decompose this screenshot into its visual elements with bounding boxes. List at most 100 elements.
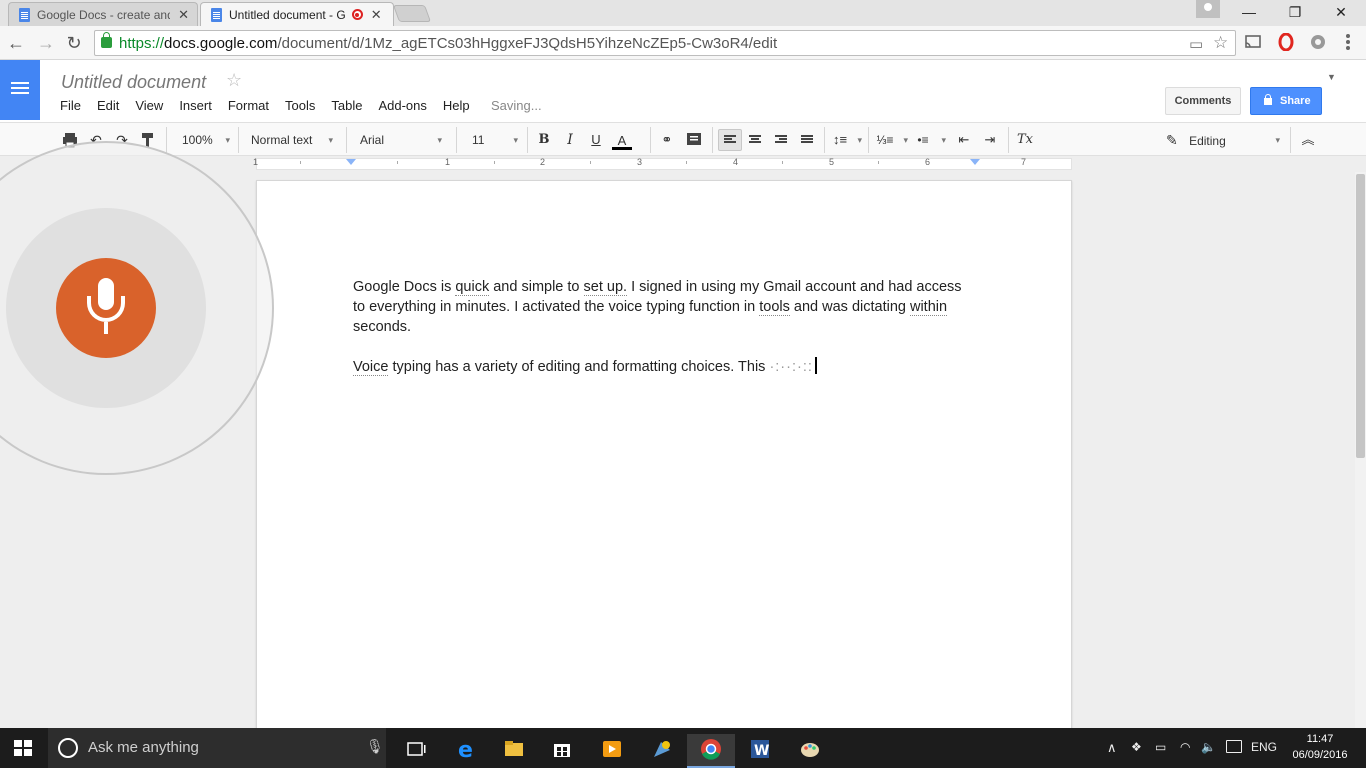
scrollbar-thumb[interactable] (1356, 174, 1365, 458)
comments-button[interactable]: Comments (1165, 87, 1241, 115)
account-dropdown-icon[interactable]: ▼ (1327, 72, 1336, 82)
paragraph-1[interactable]: Google Docs is quick and simple to set u… (353, 277, 973, 337)
bookmark-star-icon[interactable]: ☆ (1213, 33, 1228, 53)
collapse-menus-icon[interactable]: ︽ (1298, 130, 1318, 150)
taskbar-search-box[interactable]: Ask me anything 🎙 (48, 728, 386, 768)
cast-icon[interactable] (1244, 33, 1262, 51)
address-url[interactable]: https://docs.google.com/document/d/1Mz_a… (119, 35, 777, 52)
task-view-icon[interactable] (392, 734, 440, 768)
spelling-suggestion[interactable]: tools (759, 299, 790, 316)
new-tab-button[interactable] (392, 5, 432, 22)
clear-formatting-button[interactable]: Tx (1015, 130, 1035, 150)
justify-button[interactable] (797, 130, 817, 150)
dropbox-icon[interactable]: ❖ (1131, 740, 1142, 754)
numbered-list-button[interactable]: ⅓≡ (876, 130, 908, 150)
line-spacing-button[interactable]: ↕≡ (832, 130, 862, 150)
action-center-icon[interactable] (1226, 740, 1242, 753)
clock-time: 11:47 (1306, 733, 1334, 745)
browser-menu-icon[interactable] (1346, 34, 1350, 52)
align-right-icon (775, 135, 787, 145)
pencil-icon: ✎ (1166, 132, 1178, 148)
left-indent-marker[interactable] (346, 159, 356, 165)
tab-close-icon[interactable]: ✕ (178, 7, 189, 23)
close-window-button[interactable]: ✕ (1318, 0, 1364, 24)
menu-insert[interactable]: Insert (179, 98, 212, 113)
share-button[interactable]: Share (1250, 87, 1322, 115)
address-bar[interactable]: https://docs.google.com/document/d/1Mz_a… (94, 30, 1236, 56)
menu-add-ons[interactable]: Add-ons (378, 98, 426, 113)
insert-link-icon[interactable]: ⚭ (657, 130, 677, 150)
microphone-icon[interactable]: 🎙 (366, 738, 384, 755)
bold-button[interactable]: B (534, 130, 554, 150)
spelling-suggestion[interactable]: within (909, 299, 948, 316)
spelling-suggestion[interactable]: Voice (353, 359, 389, 376)
font-size-select[interactable]: 11 (472, 130, 518, 150)
menu-format[interactable]: Format (228, 98, 269, 113)
increase-indent-icon[interactable]: ⇥ (980, 130, 1000, 150)
document-page[interactable]: Google Docs is quick and simple to set u… (256, 180, 1072, 728)
minimize-button[interactable]: — (1226, 0, 1272, 24)
paragraph-2[interactable]: Voice typing has a variety of editing an… (353, 357, 973, 377)
menu-edit[interactable]: Edit (97, 98, 119, 113)
right-indent-marker[interactable] (970, 159, 980, 165)
camera-blocked-icon[interactable]: ▭ (1189, 35, 1203, 53)
word-app-icon[interactable]: W (736, 734, 784, 768)
file-explorer-icon[interactable] (490, 734, 538, 768)
star-icon[interactable]: ☆ (226, 70, 242, 91)
battery-icon[interactable]: ▭ (1155, 740, 1166, 754)
bulleted-list-button[interactable]: •≡ (914, 130, 946, 150)
insert-comment-icon[interactable] (684, 130, 704, 150)
voice-typing-mic-button[interactable] (56, 258, 156, 358)
text-color-button[interactable]: A (612, 130, 632, 150)
text-cursor (814, 357, 817, 374)
spelling-suggestion[interactable]: quick (455, 279, 490, 296)
taskbar-clock[interactable]: 11:47 06/09/2016 (1290, 731, 1350, 763)
tab-close-icon[interactable]: ✕ (371, 7, 382, 23)
browser-tab-untitled-document[interactable]: Untitled document - G ✕ (200, 2, 394, 26)
italic-button[interactable]: I (560, 130, 580, 150)
media-player-icon[interactable] (588, 734, 636, 768)
language-indicator[interactable]: ENG (1251, 740, 1277, 754)
show-hidden-icons[interactable]: ∧ (1107, 740, 1117, 756)
align-left-button[interactable] (718, 129, 742, 151)
underline-button[interactable]: U (586, 130, 606, 150)
wifi-icon[interactable]: ◠ (1180, 740, 1190, 754)
align-right-button[interactable] (771, 130, 791, 150)
back-arrow-icon[interactable]: ← (4, 31, 28, 55)
volume-icon[interactable]: 🔈 (1201, 740, 1216, 754)
align-center-button[interactable] (745, 130, 765, 150)
reload-icon[interactable]: ↻ (62, 31, 86, 55)
docs-favicon-icon (211, 8, 222, 22)
menu-tools[interactable]: Tools (285, 98, 315, 113)
paint-palette-icon[interactable] (786, 734, 834, 768)
browser-tab-google-docs[interactable]: Google Docs - create and ✕ (8, 2, 198, 26)
menu-file[interactable]: File (60, 98, 81, 113)
extension-icon[interactable] (1309, 33, 1327, 51)
menu-table[interactable]: Table (331, 98, 362, 113)
paint-app-icon[interactable] (638, 734, 686, 768)
edge-browser-icon[interactable]: e (442, 734, 490, 768)
decrease-indent-icon[interactable]: ⇤ (954, 130, 974, 150)
recording-indicator-icon (351, 9, 363, 20)
paragraph-style-select[interactable]: Normal text (251, 130, 333, 150)
menu-help[interactable]: Help (443, 98, 470, 113)
ruler-tick (590, 161, 591, 164)
editing-mode-select[interactable]: ✎ Editing ▾ (1166, 130, 1284, 150)
windows-start-icon[interactable] (14, 740, 32, 756)
menu-view[interactable]: View (135, 98, 163, 113)
opera-extension-icon[interactable] (1277, 33, 1295, 51)
toolbar-separator (868, 127, 869, 153)
store-icon[interactable] (538, 734, 586, 768)
font-select[interactable]: Arial (360, 130, 442, 150)
profile-avatar-icon[interactable] (1196, 0, 1220, 18)
ruler-tick (782, 161, 783, 164)
ruler-track[interactable] (256, 158, 1072, 170)
vertical-scrollbar[interactable] (1355, 172, 1366, 728)
document-title[interactable]: Untitled document (61, 72, 206, 93)
docs-home-icon[interactable] (0, 60, 40, 120)
forward-arrow-icon[interactable]: → (34, 31, 58, 55)
chrome-browser-icon[interactable] (687, 734, 735, 768)
zoom-select[interactable]: 100% (182, 130, 230, 150)
restore-button[interactable]: ❐ (1272, 0, 1318, 24)
spelling-suggestion[interactable]: set up. (583, 279, 628, 296)
